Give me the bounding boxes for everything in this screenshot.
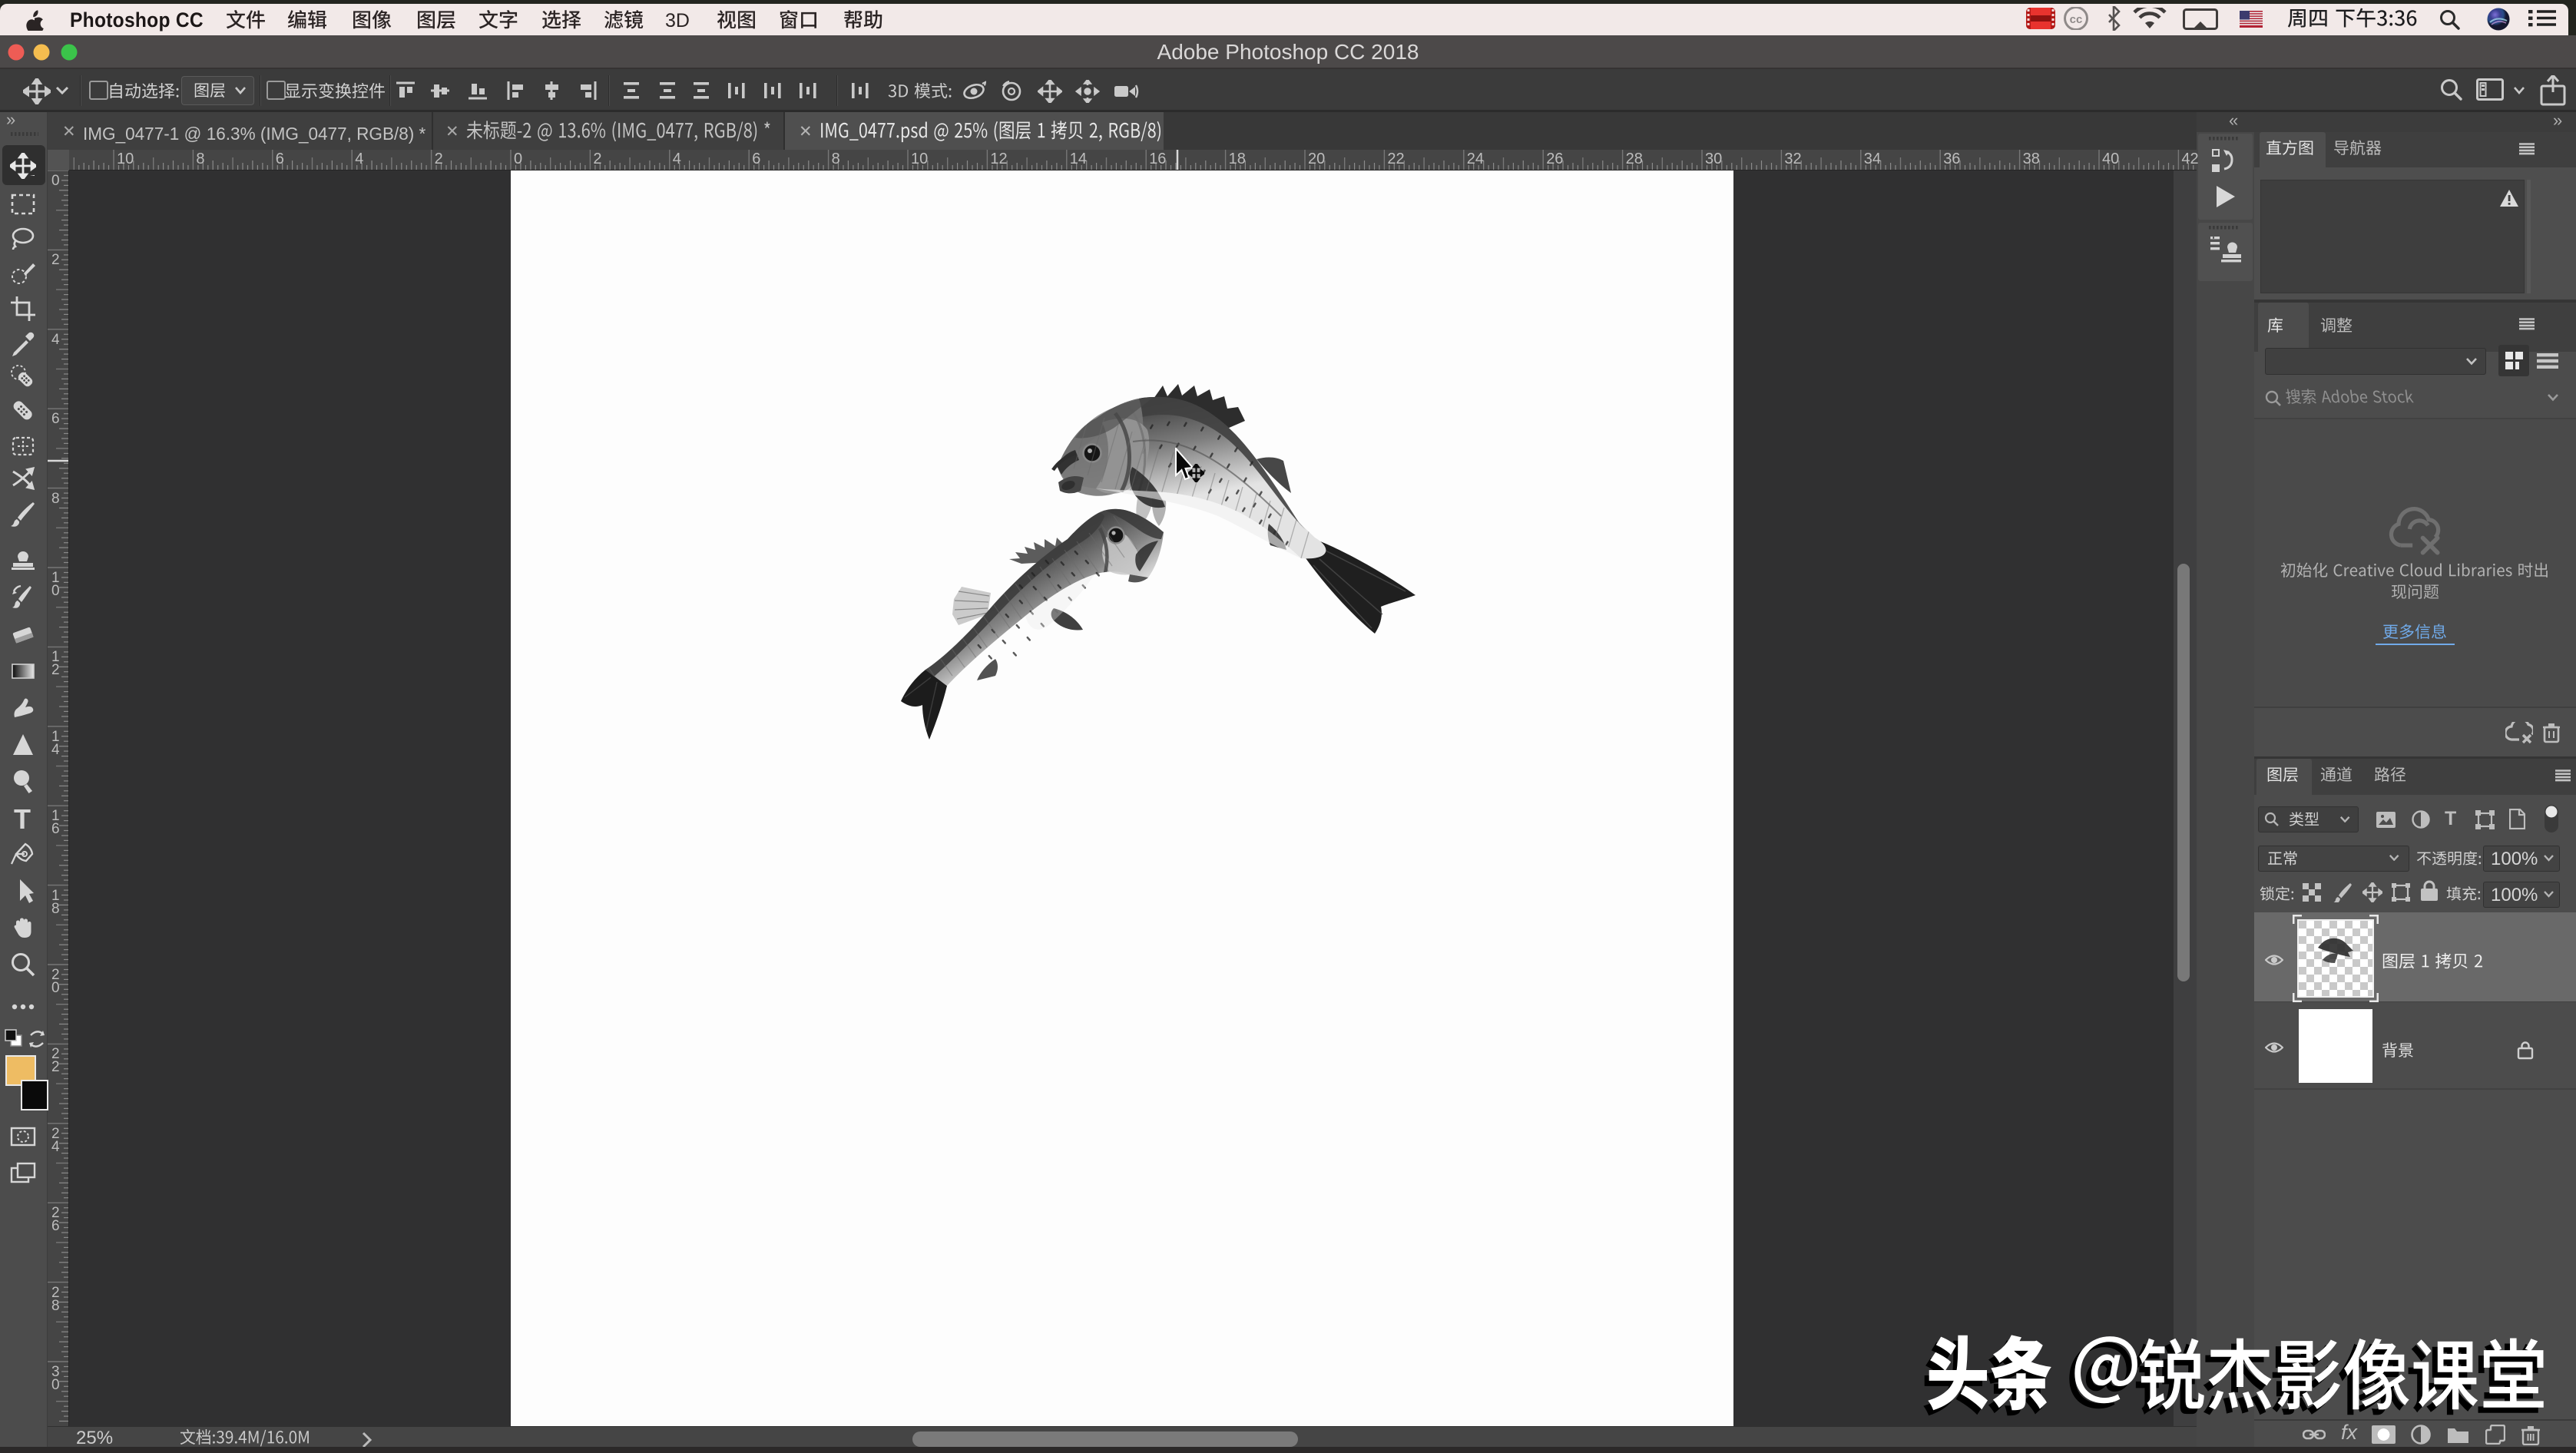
- svg-text:cc: cc: [2070, 13, 2083, 26]
